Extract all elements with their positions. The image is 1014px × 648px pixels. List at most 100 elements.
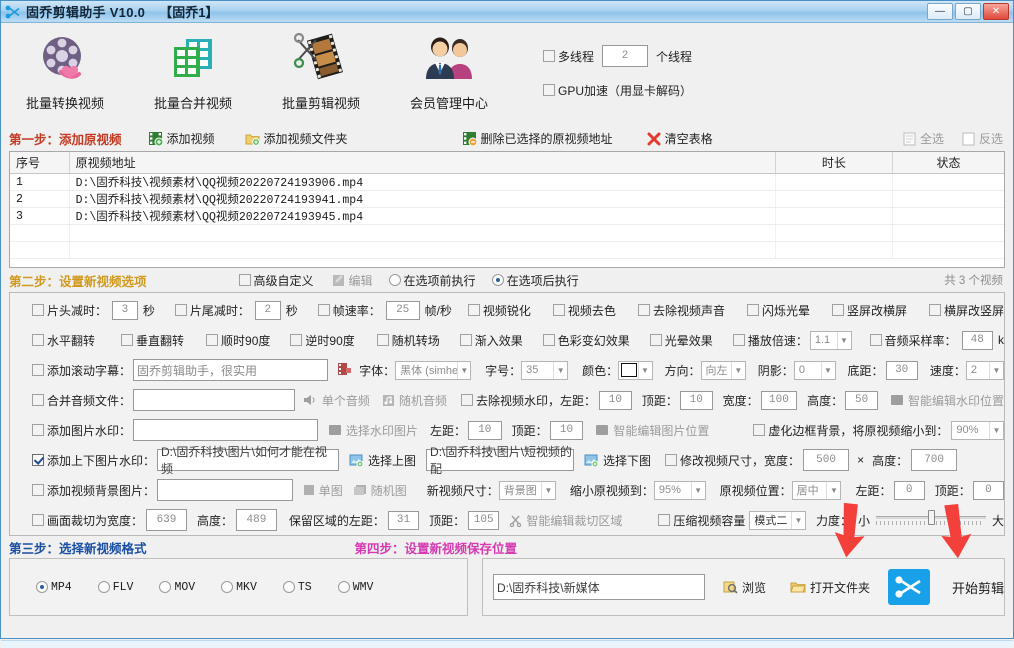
multithread-checkbox[interactable] xyxy=(543,50,555,62)
watermark-left-input[interactable]: 10 xyxy=(598,390,632,410)
choose-watermark-image-button[interactable]: 选择水印图片 xyxy=(328,422,418,439)
tool-batch-convert[interactable]: 批量转换视频 xyxy=(1,29,129,112)
advanced-custom-checkbox[interactable] xyxy=(238,274,251,286)
samplerate-input[interactable]: 48 xyxy=(961,330,993,350)
before-option-radio[interactable] xyxy=(388,274,401,286)
format-radio-mkv[interactable] xyxy=(221,581,234,593)
halo-effect-checkbox[interactable] xyxy=(649,334,662,346)
subtitle-color-picker[interactable]: ▼ xyxy=(618,360,653,380)
add-folder-button[interactable]: 添加视频文件夹 xyxy=(245,130,348,147)
delete-selected-button[interactable]: 删除已选择的原视频地址 xyxy=(462,130,613,147)
top-bottom-watermark-checkbox[interactable] xyxy=(32,454,44,466)
font-select[interactable]: 黑体 (simhei) ▼ xyxy=(395,360,472,380)
format-option-ts[interactable]: TS xyxy=(282,581,312,594)
save-path-input[interactable]: D:\固乔科技\新媒体 xyxy=(492,574,705,600)
tool-batch-merge[interactable]: 批量合并视频 xyxy=(129,29,257,112)
compress-strength-slider[interactable] xyxy=(875,509,986,525)
color-shift-group[interactable]: 色彩变幻效果 xyxy=(542,332,630,349)
flicker-halo-checkbox[interactable] xyxy=(746,304,759,316)
bg-image-input[interactable] xyxy=(157,479,293,501)
blur-border-checkbox[interactable] xyxy=(753,424,766,436)
slider-thumb[interactable] xyxy=(927,509,935,525)
random-transition-checkbox[interactable] xyxy=(376,334,389,346)
fps-input[interactable]: 25 xyxy=(385,300,420,320)
bg-top-input[interactable]: 0 xyxy=(972,480,1004,500)
bg-image-checkbox[interactable] xyxy=(32,484,44,496)
new-size-select[interactable]: 背景图 ▼ xyxy=(498,480,556,500)
samplerate-checkbox[interactable] xyxy=(869,334,882,346)
tool-member-center[interactable]: 会员管理中心 xyxy=(385,29,513,112)
font-size-select[interactable]: 35 ▼ xyxy=(521,360,569,380)
scroll-subtitle-group[interactable]: 添加滚动字幕： xyxy=(32,362,131,379)
shrink-select[interactable]: 95% ▼ xyxy=(653,480,706,500)
smart-edit-watermark-button[interactable]: 智能编辑水印位置 xyxy=(890,392,1004,409)
watermark-height-input[interactable]: 50 xyxy=(845,390,879,410)
tail-trim-group[interactable]: 片尾减时： xyxy=(174,302,250,319)
flip-v-checkbox[interactable] xyxy=(121,334,134,346)
head-trim-input[interactable]: 3 xyxy=(112,300,138,320)
fade-in-checkbox[interactable] xyxy=(459,334,472,346)
head-trim-group[interactable]: 片头减时： xyxy=(32,302,107,319)
playback-speed-select[interactable]: 1.1 ▼ xyxy=(809,330,852,350)
watermark-width-input[interactable]: 100 xyxy=(760,390,798,410)
format-option-wmv[interactable]: WMV xyxy=(337,581,373,594)
tail-trim-checkbox[interactable] xyxy=(174,304,187,316)
direction-select[interactable]: 向左 ▼ xyxy=(700,360,746,380)
flip-h-checkbox[interactable] xyxy=(32,334,44,346)
remove-watermark-checkbox[interactable] xyxy=(460,394,473,406)
top-image-input[interactable]: D:\固乔科技\图片\如何才能在视频 xyxy=(157,445,340,476)
start-clip-area[interactable]: 开始剪辑 xyxy=(887,569,1004,605)
fps-checkbox[interactable] xyxy=(317,304,330,316)
smart-edit-image-button[interactable]: 智能编辑图片位置 xyxy=(595,422,709,439)
decolor-group[interactable]: 视频去色 xyxy=(552,302,616,319)
remove-audio-checkbox[interactable] xyxy=(637,304,650,316)
choose-top-image-button[interactable]: 选择上图 xyxy=(349,452,416,469)
blur-border-group[interactable]: 虚化边框背景，将原视频缩小到： xyxy=(753,422,948,439)
minimize-button[interactable]: — xyxy=(927,3,953,20)
samplerate-group[interactable]: 音频采样率： xyxy=(869,332,957,349)
color-shift-checkbox[interactable] xyxy=(542,334,555,346)
video-position-select[interactable]: 居中 ▼ xyxy=(791,480,842,500)
compress-group[interactable]: 压缩视频容量 xyxy=(658,512,745,529)
format-option-mov[interactable]: MOV xyxy=(159,581,195,594)
flicker-halo-group[interactable]: 闪烁光晕 xyxy=(746,302,810,319)
watermark-top-input[interactable]: 10 xyxy=(679,390,713,410)
after-option-radio[interactable] xyxy=(491,274,504,286)
tail-trim-input[interactable]: 2 xyxy=(254,300,281,320)
random-image-button[interactable]: 随机图 xyxy=(353,482,407,499)
bg-image-group[interactable]: 添加视频背景图片： xyxy=(32,482,155,499)
crop-width-input[interactable]: 639 xyxy=(146,509,187,531)
format-radio-wmv[interactable] xyxy=(337,581,350,593)
open-folder-button[interactable]: 打开文件夹 xyxy=(790,579,870,596)
choose-bottom-image-button[interactable]: 选择下图 xyxy=(584,452,651,469)
browse-button[interactable]: 浏览 xyxy=(723,579,766,596)
remove-watermark-group[interactable]: 去除视频水印，左距： xyxy=(460,392,596,409)
head-trim-checkbox[interactable] xyxy=(32,304,44,316)
compress-mode-select[interactable]: 模式二 ▼ xyxy=(749,510,806,530)
crop-height-input[interactable]: 489 xyxy=(235,509,277,531)
rotate-ccw-checkbox[interactable] xyxy=(290,334,303,346)
format-option-flv[interactable]: FLV xyxy=(97,581,133,594)
decolor-checkbox[interactable] xyxy=(552,304,565,316)
resize-height-input[interactable]: 700 xyxy=(911,449,958,471)
merge-audio-checkbox[interactable] xyxy=(32,394,44,406)
after-option-radio-group[interactable]: 在选项后执行 xyxy=(491,272,579,289)
close-button[interactable]: ✕ xyxy=(983,3,1009,20)
merge-audio-group[interactable]: 合并音频文件： xyxy=(32,392,131,409)
resize-width-input[interactable]: 500 xyxy=(803,449,850,471)
subtitle-settings-icon[interactable] xyxy=(337,362,352,379)
playback-speed-group[interactable]: 播放倍速： xyxy=(732,332,808,349)
edit-button[interactable]: 编辑 xyxy=(332,272,373,289)
blur-shrink-select[interactable]: 90% ▼ xyxy=(951,420,1004,440)
bg-left-input[interactable]: 0 xyxy=(893,480,925,500)
image-left-input[interactable]: 10 xyxy=(467,420,502,440)
crop-checkbox[interactable] xyxy=(32,514,44,526)
smart-crop-button[interactable]: 智能编辑裁切区域 xyxy=(509,512,622,529)
table-row[interactable]: 1 D:\固乔科技\视频素材\QQ视频20220724193906.mp4 xyxy=(10,174,1004,191)
single-image-button[interactable]: 单图 xyxy=(303,482,343,499)
scroll-subtitle-checkbox[interactable] xyxy=(32,364,44,376)
fade-in-group[interactable]: 渐入效果 xyxy=(459,332,523,349)
compress-checkbox[interactable] xyxy=(658,514,671,526)
crop-group[interactable]: 画面裁切为宽度： xyxy=(32,512,143,529)
random-transition-group[interactable]: 随机转场 xyxy=(376,332,440,349)
